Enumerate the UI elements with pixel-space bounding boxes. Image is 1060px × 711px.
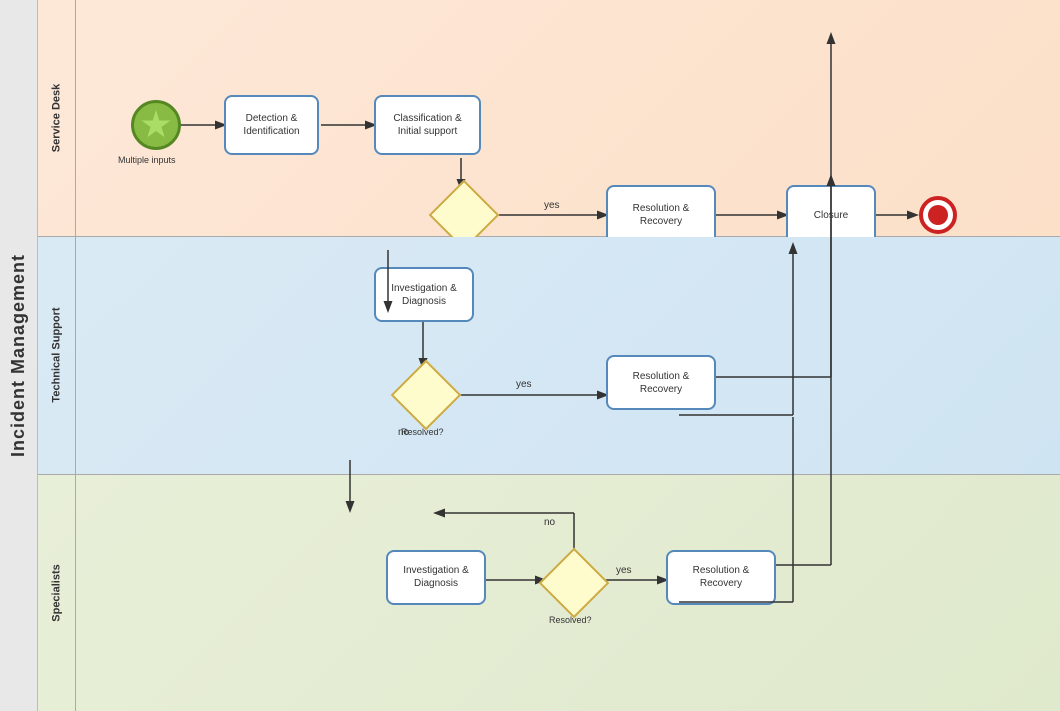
resolved-label-2: Resolved?: [401, 427, 444, 437]
investigation-label-3: Investigation &Diagnosis: [403, 564, 469, 590]
resolved-diamond-2: Resolved?: [396, 365, 456, 425]
classification-label: Classification &Initial support: [393, 112, 461, 138]
detection-label: Detection &Identification: [243, 112, 299, 138]
resolution-node-2: Resolution &Recovery: [606, 355, 716, 410]
technical-support-label: Technical Support: [38, 237, 76, 473]
specialists-lane: Specialists yes no: [38, 475, 1060, 711]
svg-text:no: no: [544, 517, 556, 528]
technical-support-content: yes no Investigation &Diagnosis Resolved…: [76, 237, 1060, 473]
diagram-container: Incident Management Service Desk: [0, 0, 1060, 711]
end-node: [919, 196, 957, 234]
diamond-shape-2: [391, 360, 462, 431]
technical-arrows: yes no: [76, 237, 1060, 473]
technical-support-label-text: Technical Support: [51, 308, 63, 403]
investigation-label-2: Investigation &Diagnosis: [391, 282, 457, 308]
swim-lanes-area: Service Desk: [38, 0, 1060, 711]
resolved-label-3: Resolved?: [549, 615, 592, 625]
svg-text:yes: yes: [616, 565, 632, 576]
resolution-label-1: Resolution &Recovery: [633, 202, 690, 228]
investigation-node-2: Investigation &Diagnosis: [374, 267, 474, 322]
technical-support-lane: Technical Support yes: [38, 237, 1060, 474]
end-inner-circle: [928, 205, 948, 225]
detection-node: Detection &Identification: [224, 95, 319, 155]
service-desk-label: Service Desk: [38, 0, 76, 236]
resolved-diamond-1: Resolved?: [434, 185, 494, 245]
service-desk-label-text: Service Desk: [51, 84, 63, 153]
classification-node: Classification &Initial support: [374, 95, 481, 155]
closure-label: Closure: [814, 209, 848, 222]
resolution-label-3: Resolution &Recovery: [693, 564, 750, 590]
main-title-text: Incident Management: [8, 254, 29, 457]
service-desk-lane: Service Desk: [38, 0, 1060, 237]
resolution-node-3: Resolution &Recovery: [666, 550, 776, 605]
svg-text:yes: yes: [516, 379, 532, 390]
resolution-label-2: Resolution &Recovery: [633, 370, 690, 396]
main-title-label: Incident Management: [0, 0, 38, 711]
resolved-diamond-3: Resolved?: [544, 553, 604, 613]
service-desk-content: yes no Multiple inputs Detection &Identi…: [76, 0, 1060, 236]
investigation-node-3: Investigation &Diagnosis: [386, 550, 486, 605]
start-label: Multiple inputs: [118, 155, 176, 165]
diamond-shape-3: [539, 547, 610, 618]
specialists-content: yes no Investigation &Diagnosis: [76, 475, 1060, 711]
specialists-label-text: Specialists: [51, 564, 63, 621]
resolution-node-1: Resolution &Recovery: [606, 185, 716, 245]
specialists-label: Specialists: [38, 475, 76, 711]
closure-node: Closure: [786, 185, 876, 245]
start-icon: [141, 110, 171, 140]
yes-label-1: yes: [544, 200, 560, 211]
start-node: [131, 100, 181, 150]
